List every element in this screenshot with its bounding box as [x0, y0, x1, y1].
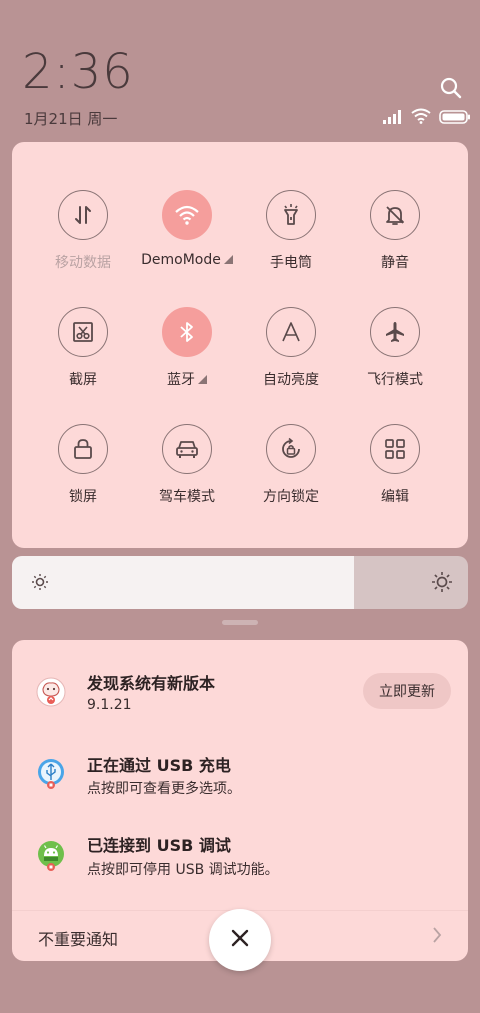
rotation-lock-icon: [266, 424, 316, 474]
expand-triangle-icon: [223, 255, 233, 264]
expand-triangle-icon: [198, 375, 207, 384]
notification-title: 已连接到 USB 调试: [87, 836, 231, 855]
tile-auto-brightness[interactable]: 自动亮度: [236, 307, 346, 389]
flashlight-icon: [266, 190, 316, 240]
tile-lock-screen[interactable]: 锁屏: [28, 424, 138, 506]
tile-label: 驾车模式: [159, 489, 215, 505]
tile-label: 移动数据: [55, 255, 111, 271]
tile-driving-mode[interactable]: 驾车模式: [132, 424, 242, 506]
drag-handle[interactable]: [222, 620, 258, 625]
tile-label: 蓝牙: [167, 372, 195, 388]
wifi-status-icon: [411, 108, 431, 128]
brightness-fill: [12, 556, 354, 609]
tile-edit[interactable]: 编辑: [340, 424, 450, 506]
battery-icon: [439, 109, 471, 128]
notification-body: 点按即可查看更多选项。: [87, 781, 241, 797]
update-now-button[interactable]: 立即更新: [363, 673, 451, 709]
tile-label: 手电筒: [270, 255, 312, 271]
tile-mobile-data[interactable]: 移动数据: [28, 190, 138, 272]
minor-notifications-link[interactable]: 不重要通知: [38, 926, 118, 950]
mobile-data-icon: [58, 190, 108, 240]
tile-rotation-lock[interactable]: 方向锁定: [236, 424, 346, 506]
car-icon: [162, 424, 212, 474]
tile-label: 飞行模式: [367, 372, 423, 388]
usb-app-icon: [36, 758, 66, 789]
bell-off-icon: [370, 190, 420, 240]
notification-item[interactable]: 发现系统有新版本 9.1.21 立即更新: [12, 640, 468, 740]
brightness-high-icon: [431, 571, 453, 597]
tile-screenshot[interactable]: 截屏: [28, 307, 138, 389]
tile-mute[interactable]: 静音: [340, 190, 450, 272]
tile-airplane[interactable]: 飞行模式: [340, 307, 450, 389]
grid-icon: [370, 424, 420, 474]
tile-bluetooth[interactable]: 蓝牙: [132, 307, 242, 389]
screenshot-icon: [58, 307, 108, 357]
tile-flashlight[interactable]: 手电筒: [236, 190, 346, 272]
clear-all-button[interactable]: [209, 909, 271, 971]
tile-label: 截屏: [69, 372, 97, 388]
wifi-icon: [162, 190, 212, 240]
date-label: 1月21日 周一: [24, 110, 118, 128]
android-app-icon: [36, 840, 66, 871]
chevron-right-icon[interactable]: [431, 925, 443, 949]
notification-item[interactable]: 正在通过 USB 充电 点按即可查看更多选项。: [12, 740, 468, 826]
tile-label: DemoMode: [141, 252, 221, 268]
tile-label: 自动亮度: [263, 372, 319, 388]
notification-body: 点按即可停用 USB 调试功能。: [87, 862, 279, 878]
tile-wifi[interactable]: DemoMode: [132, 190, 242, 268]
status-bar-icons: [383, 108, 471, 128]
lock-icon: [58, 424, 108, 474]
notification-title: 正在通过 USB 充电: [87, 756, 231, 775]
tile-label: 方向锁定: [263, 489, 319, 505]
updater-app-icon: [36, 677, 66, 707]
airplane-icon: [370, 307, 420, 357]
tile-label: 静音: [381, 255, 409, 271]
quick-settings-panel: 移动数据 DemoMode 手电筒 静音 截屏 蓝牙 自动亮度 飞行模式 锁屏 …: [12, 142, 468, 548]
tile-label: 锁屏: [69, 489, 97, 505]
auto-brightness-icon: [266, 307, 316, 357]
close-icon: [230, 928, 250, 952]
notification-body: 9.1.21: [87, 697, 132, 713]
search-icon[interactable]: [439, 76, 463, 100]
bluetooth-icon: [162, 307, 212, 357]
signal-icon: [383, 109, 403, 128]
tile-label: 编辑: [381, 489, 409, 505]
brightness-low-icon: [31, 573, 49, 595]
brightness-slider[interactable]: [12, 556, 468, 609]
clock-time: 2:36: [22, 44, 134, 100]
notification-title: 发现系统有新版本: [87, 674, 216, 693]
notification-item[interactable]: 已连接到 USB 调试 点按即可停用 USB 调试功能。: [12, 826, 468, 910]
